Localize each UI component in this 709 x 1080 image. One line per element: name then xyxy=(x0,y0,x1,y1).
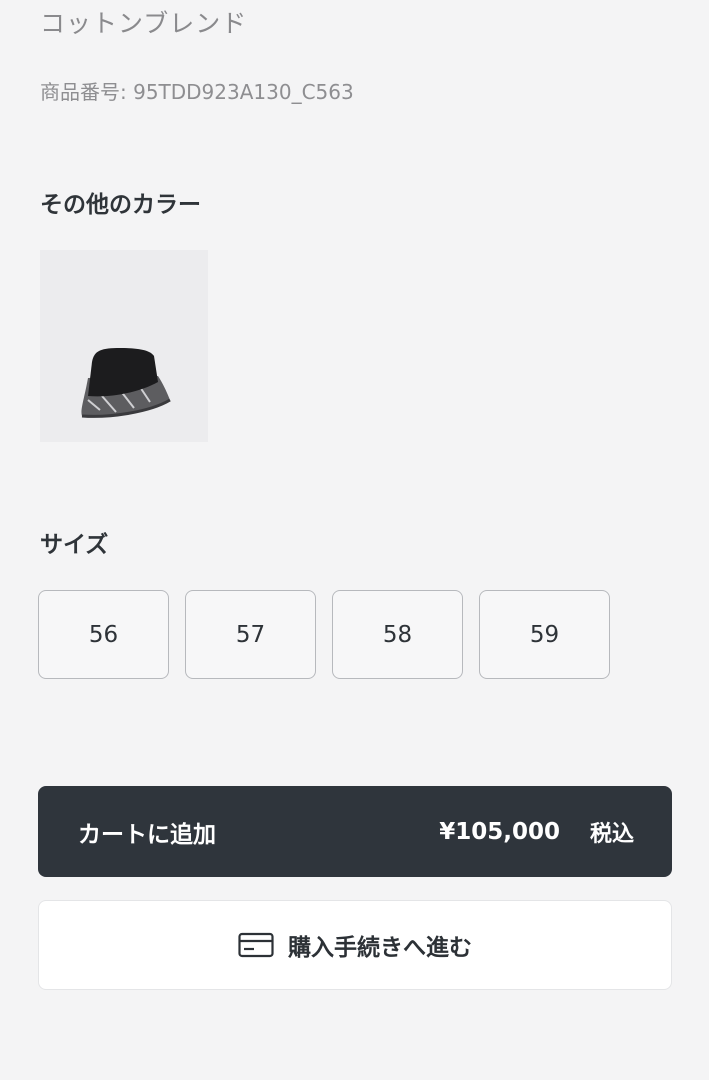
add-to-cart-label: カートに追加 xyxy=(78,821,216,848)
checkout-label: 購入手続きへ進む xyxy=(288,935,472,961)
size-title: サイズ xyxy=(40,532,109,558)
product-material: コットンブレンド xyxy=(40,9,248,38)
size-option-56[interactable]: 56 xyxy=(38,590,169,679)
credit-card-icon xyxy=(238,932,274,958)
size-option-57[interactable]: 57 xyxy=(185,590,316,679)
product-sku: 商品番号: 95TDD923A130_C563 xyxy=(40,80,354,104)
price-group: ¥105,000 税込 xyxy=(439,816,634,848)
color-swatch-bucket-hat[interactable] xyxy=(40,250,208,442)
price: ¥105,000 xyxy=(439,818,560,845)
proceed-to-checkout-button[interactable]: 購入手続きへ進む xyxy=(38,900,672,990)
add-to-cart-button[interactable]: カートに追加 ¥105,000 税込 xyxy=(38,786,672,877)
bucket-hat-thumbnail xyxy=(81,348,171,418)
other-colors-title: その他のカラー xyxy=(40,192,201,218)
size-option-58[interactable]: 58 xyxy=(332,590,463,679)
size-option-59[interactable]: 59 xyxy=(479,590,610,679)
tax-label: 税込 xyxy=(589,821,634,847)
size-options: 56 57 58 59 xyxy=(38,590,610,679)
